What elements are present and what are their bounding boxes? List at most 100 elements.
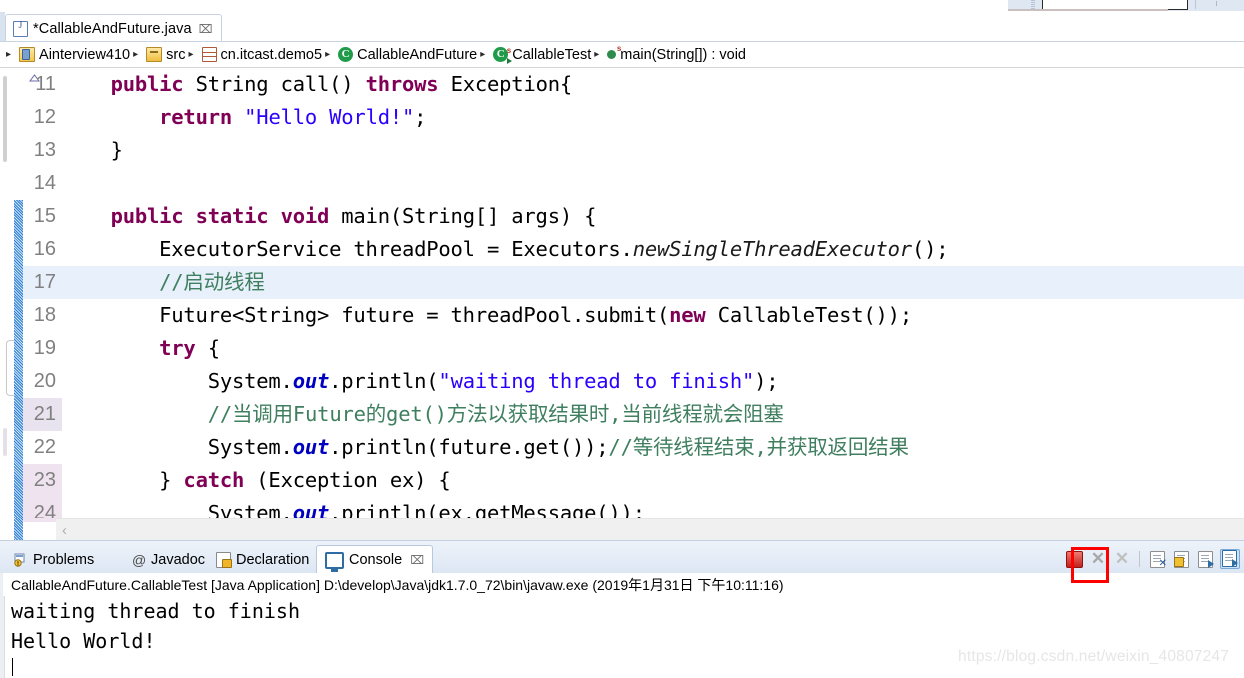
line-number: 13 <box>33 139 56 161</box>
vertical-scroll-thumb[interactable] <box>3 76 7 162</box>
editor-tab-callableandfuture[interactable]: *CallableAndFuture.java ⌧ <box>5 14 222 42</box>
project-icon <box>19 47 36 62</box>
tab-javadoc[interactable]: @ Javadoc <box>124 545 213 574</box>
change-bar-end <box>14 518 23 540</box>
remove-all-terminated-button[interactable]: ✕ <box>1113 549 1131 568</box>
code-token: } <box>62 138 123 162</box>
code-token: return <box>159 105 232 129</box>
code-token: out <box>292 435 330 459</box>
tab-declaration[interactable]: Declaration <box>208 545 317 574</box>
overview-ruler[interactable] <box>0 68 15 518</box>
code-token: public <box>110 72 184 96</box>
code-token: .println(future.get()); <box>329 435 609 459</box>
code-token: throws <box>365 72 439 96</box>
console-line: waiting thread to finish <box>11 599 300 623</box>
code-token: main(String[] args) { <box>329 204 597 228</box>
code-line[interactable] <box>62 167 1244 200</box>
code-token: //启动线程 <box>159 270 265 294</box>
code-line[interactable]: System.out.println(ex.getMessage()); <box>62 497 1244 518</box>
breadcrumb-item-class[interactable]: ▸ C CallableAndFuture <box>322 47 477 63</box>
clear-console-button[interactable]: ✕ <box>1148 550 1167 569</box>
code-line[interactable]: } catch (Exception ex) { <box>62 464 1244 497</box>
code-line[interactable]: try { <box>62 332 1244 365</box>
breadcrumb: ▸ Ainterview410 ▸ src ▸ cn.itcast.demo5 … <box>0 42 1244 68</box>
toolbar-separator <box>1139 550 1140 567</box>
code-token: Future<String> future = threadPool.submi… <box>62 303 670 327</box>
scroll-lock-button[interactable] <box>1172 550 1190 568</box>
code-line[interactable]: public String call() throws Exception{ <box>62 68 1244 101</box>
display-selected-console-button[interactable] <box>1220 548 1240 569</box>
code-line[interactable]: public static void main(String[] args) { <box>62 200 1244 233</box>
pin-console-button[interactable] <box>1196 550 1214 568</box>
breadcrumb-item-inner-class[interactable]: ▸ Cs CallableTest <box>477 46 592 64</box>
java-file-icon <box>13 20 28 37</box>
change-bar <box>14 200 23 518</box>
code-line[interactable]: System.out.println(future.get());//等待线程结… <box>62 431 1244 464</box>
editor-horizontal-scrollbar[interactable]: ‹ <box>56 518 1244 541</box>
line-number: 23 <box>23 464 62 497</box>
code-token: System. <box>62 435 293 459</box>
breadcrumb-item-project[interactable]: ▸ Ainterview410 <box>4 47 130 63</box>
tab-console[interactable]: Console ⌧ <box>316 545 434 574</box>
breadcrumb-label: src <box>166 46 186 63</box>
line-number: 11 <box>35 73 56 95</box>
problems-icon <box>14 553 28 567</box>
code-token: new <box>669 303 706 327</box>
toolbar-separator <box>1195 0 1196 9</box>
code-content[interactable]: public String call() throws Exception{ r… <box>62 68 1244 518</box>
class-icon: C <box>338 47 354 62</box>
code-line[interactable]: //启动线程 <box>62 266 1244 299</box>
annotation-box-terminate <box>1071 547 1109 583</box>
code-token: System. <box>62 501 293 518</box>
code-line[interactable]: ExecutorService threadPool = Executors.n… <box>62 233 1244 266</box>
breadcrumb-item-method[interactable]: ▸ s main(String[]) : void <box>591 44 746 63</box>
console-left-bar <box>0 596 5 678</box>
line-number: 17 <box>23 266 62 299</box>
scroll-left-icon[interactable]: ‹ <box>62 522 67 539</box>
editor-bottom-left-corner <box>0 518 56 540</box>
code-token: System. <box>62 369 293 393</box>
code-token: out <box>292 501 330 518</box>
toolbar-tick <box>1216 1 1217 6</box>
code-token: "Hello World!" <box>244 105 415 129</box>
code-token: Exception{ <box>438 72 573 96</box>
close-icon[interactable]: ⌧ <box>410 553 424 567</box>
code-editor[interactable]: 11 12 13 14 15 16 17 18 19 20 21 22 23 24 public Stri… <box>0 68 1244 518</box>
chevron-right-icon: ▸ <box>594 49 600 60</box>
toolbar-strip <box>0 0 1244 12</box>
code-line[interactable]: } <box>62 134 1244 167</box>
fold-bracket <box>6 340 15 396</box>
code-token: //等待线程结束,并获取返回结果 <box>608 435 909 459</box>
tab-label: Problems <box>33 551 95 568</box>
breadcrumb-label: main(String[]) : void <box>620 46 746 63</box>
code-token: catch <box>183 468 245 492</box>
tab-problems[interactable]: Problems <box>6 545 102 574</box>
code-line[interactable]: return "Hello World!"; <box>62 101 1244 134</box>
line-number: 20 <box>33 370 56 392</box>
code-line[interactable]: Future<String> future = threadPool.submi… <box>62 299 1244 332</box>
launch-left-bar <box>0 573 3 596</box>
code-token: (); <box>911 237 949 261</box>
tab-label: Javadoc <box>151 551 206 568</box>
breadcrumb-item-src[interactable]: ▸ src <box>130 47 185 63</box>
code-token: .println( <box>329 369 439 393</box>
breadcrumb-label: CallableAndFuture <box>357 46 478 63</box>
code-token: { <box>195 336 220 360</box>
editor-tab-label: *CallableAndFuture.java <box>33 20 192 37</box>
breadcrumb-item-package[interactable]: ▸ cn.itcast.demo5 <box>185 47 322 63</box>
source-folder-icon <box>146 47 163 62</box>
code-line[interactable]: //当调用Future的get()方法以获取结果时,当前线程就会阻塞 <box>62 398 1244 431</box>
console-icon <box>325 551 344 572</box>
line-number-ruler: 11 12 13 14 15 16 17 18 19 20 21 22 23 24 <box>23 68 62 518</box>
line-number: 24 <box>23 497 62 518</box>
code-line[interactable]: System.out.println("waiting thread to fi… <box>62 365 1244 398</box>
code-token: try <box>159 336 196 360</box>
breadcrumb-label: CallableTest <box>512 46 592 63</box>
code-token: call <box>280 72 330 96</box>
close-icon[interactable]: ⌧ <box>199 22 213 36</box>
line-number: 14 <box>33 172 56 194</box>
